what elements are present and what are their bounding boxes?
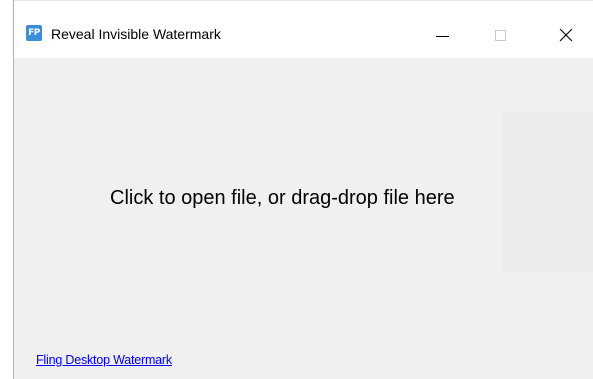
minimize-button[interactable] bbox=[419, 15, 465, 55]
title-bar[interactable]: FP Reveal Invisible Watermark bbox=[14, 0, 593, 58]
fling-desktop-watermark-link[interactable]: Fling Desktop Watermark bbox=[36, 352, 172, 368]
window-title: Reveal Invisible Watermark bbox=[51, 26, 221, 42]
minimize-icon bbox=[435, 35, 449, 37]
app-window: FP Reveal Invisible Watermark Click to o… bbox=[13, 0, 593, 379]
app-logo-icon[interactable]: FP bbox=[26, 25, 42, 41]
close-button[interactable] bbox=[543, 15, 589, 55]
file-drop-zone[interactable]: Click to open file, or drag-drop file he… bbox=[14, 58, 593, 338]
drop-prompt-text: Click to open file, or drag-drop file he… bbox=[110, 187, 455, 209]
client-area: Click to open file, or drag-drop file he… bbox=[14, 58, 593, 379]
maximize-button bbox=[477, 15, 523, 55]
maximize-icon bbox=[494, 29, 506, 41]
close-icon bbox=[559, 28, 573, 42]
